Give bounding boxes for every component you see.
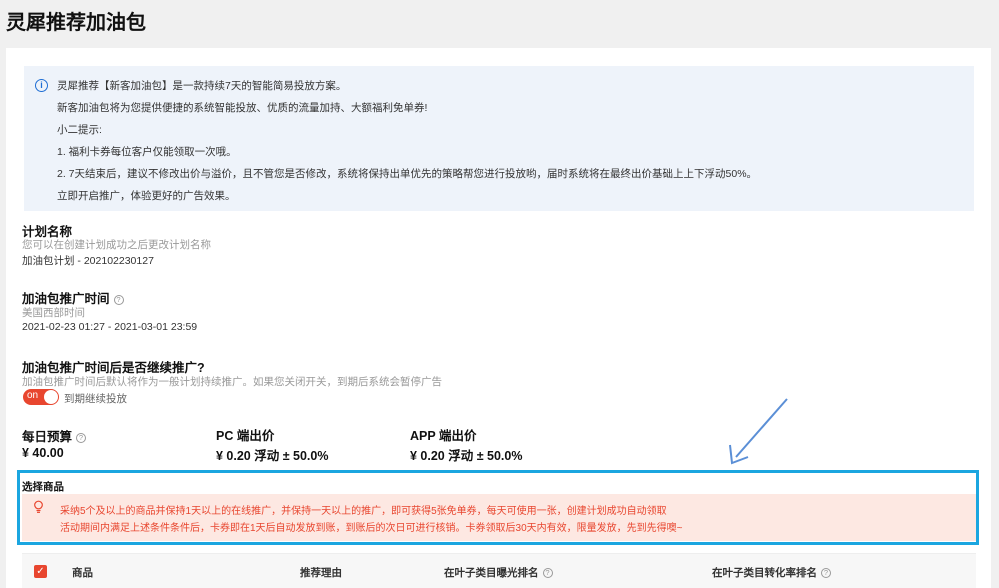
select-all-checkbox[interactable]: ✓ [34, 565, 47, 578]
promo-line-1: 采纳5个及以上的商品并保持1天以上的在线推广，并保持一天以上的推广，即可获得5张… [60, 506, 667, 517]
plan-name-value[interactable]: 加油包计划 - 202102230127 [22, 253, 154, 268]
question-circle-icon[interactable]: ? [113, 295, 124, 305]
daily-budget-title-text: 每日预算 [22, 430, 73, 444]
goods-table-header: ✓ 商品 推荐理由 在叶子类目曝光排名? 在叶子类目转化率排名? [22, 553, 976, 588]
promo-time-range: 2021-02-23 01:27 - 2021-03-01 23:59 [22, 321, 198, 333]
toggle-state-text: on [27, 390, 39, 401]
column-header-reason[interactable]: 推荐理由 [300, 565, 342, 580]
notice-line: 灵犀推荐【新客加油包】是一款持续7天的智能简易投放方案。 [57, 80, 347, 92]
question-circle-icon[interactable]: ? [821, 568, 831, 578]
column-header-exposure-rank-text: 在叶子类目曝光排名 [444, 567, 539, 579]
select-goods-title: 选择商品 [22, 481, 64, 493]
promo-timezone: 美国西部时间 [22, 307, 85, 319]
column-header-goods[interactable]: 商品 [72, 565, 93, 580]
promo-banner: 采纳5个及以上的商品并保持1天以上的在线推广，并保持一天以上的推广，即可获得5张… [22, 494, 976, 541]
column-header-conversion-rank-text: 在叶子类目转化率排名 [712, 567, 817, 579]
info-notice: i 灵犀推荐【新客加油包】是一款持续7天的智能简易投放方案。 新客加油包将为您提… [24, 66, 974, 211]
annotation-arrow-icon [729, 398, 788, 465]
lightbulb-icon [33, 500, 44, 513]
notice-line: 2. 7天结束后，建议不修改出价与溢价，且不管您是否修改，系统将保持出单优先的策… [57, 168, 758, 180]
column-header-conversion-rank[interactable]: 在叶子类目转化率排名? [712, 565, 831, 580]
daily-budget-title: 每日预算? [22, 426, 87, 445]
notice-line: 1. 福利卡券每位客户仅能领取一次哦。 [57, 146, 237, 158]
info-circle-icon: i [35, 79, 48, 92]
notice-line: 小二提示: [57, 124, 102, 136]
notice-line: 立即开启推广，体验更好的广告效果。 [57, 190, 236, 202]
question-circle-icon[interactable]: ? [76, 433, 87, 443]
page-header: 灵犀推荐加油包 [0, 0, 999, 46]
continue-toggle[interactable]: on [23, 389, 59, 405]
column-header-exposure-rank[interactable]: 在叶子类目曝光排名? [444, 565, 553, 580]
toggle-label: 到期继续投放 [64, 393, 127, 405]
main-content: i 灵犀推荐【新客加油包】是一款持续7天的智能简易投放方案。 新客加油包将为您提… [6, 48, 991, 588]
question-circle-icon[interactable]: ? [542, 568, 553, 578]
pc-bid-title: PC 端出价 [216, 429, 275, 443]
toggle-knob [44, 390, 58, 404]
promo-time-title-text: 加油包推广时间 [22, 292, 110, 306]
pc-bid-value: ¥ 0.20 浮动 ± 50.0% [216, 449, 329, 463]
plan-name-hint: 您可以在创建计划成功之后更改计划名称 [22, 239, 211, 251]
promo-line-2: 活动期间内满足上述条件条件后，卡券即在1天后自动发放到账，到账后的次日可进行核销… [60, 523, 683, 534]
continue-hint: 加油包推广时间后默认将作为一般计划持续推广。如果您关闭开关，到期后系统会暂停广告 [22, 376, 442, 388]
daily-budget-value: ¥ 40.00 [22, 446, 64, 460]
app-bid-title: APP 端出价 [410, 429, 477, 443]
page-title: 灵犀推荐加油包 [6, 12, 146, 34]
notice-line: 新客加油包将为您提供便捷的系统智能投放、优质的流量加持、大额福利免单券! [57, 102, 428, 114]
app-bid-value: ¥ 0.20 浮动 ± 50.0% [410, 449, 523, 463]
